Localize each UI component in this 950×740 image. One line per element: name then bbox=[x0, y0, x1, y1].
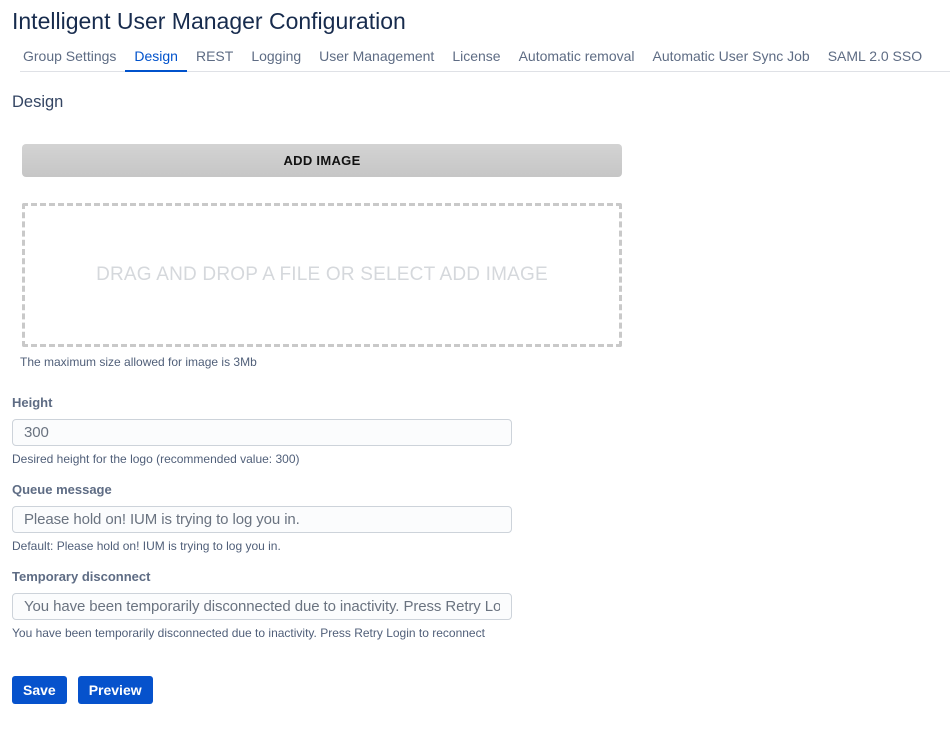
tab-automatic-removal[interactable]: Automatic removal bbox=[510, 42, 644, 71]
design-form: Height Desired height for the logo (reco… bbox=[12, 395, 512, 640]
max-size-note: The maximum size allowed for image is 3M… bbox=[20, 355, 622, 369]
save-button[interactable]: Save bbox=[12, 676, 67, 704]
temporary-disconnect-helper: You have been temporarily disconnected d… bbox=[12, 626, 512, 640]
page-title: Intelligent User Manager Configuration bbox=[12, 8, 950, 34]
preview-button[interactable]: Preview bbox=[78, 676, 153, 704]
temporary-disconnect-label: Temporary disconnect bbox=[12, 569, 512, 584]
tab-logging[interactable]: Logging bbox=[242, 42, 310, 71]
tab-license[interactable]: License bbox=[443, 42, 509, 71]
tab-design[interactable]: Design bbox=[125, 42, 187, 72]
temporary-disconnect-field-group: Temporary disconnect You have been tempo… bbox=[12, 569, 512, 640]
height-helper: Desired height for the logo (recommended… bbox=[12, 452, 512, 466]
queue-message-field-group: Queue message Default: Please hold on! I… bbox=[12, 482, 512, 553]
action-buttons: Save Preview bbox=[12, 676, 950, 704]
tab-group-settings[interactable]: Group Settings bbox=[20, 42, 125, 71]
section-heading: Design bbox=[12, 93, 950, 112]
tab-rest[interactable]: REST bbox=[187, 42, 242, 71]
tab-automatic-user-sync-job[interactable]: Automatic User Sync Job bbox=[644, 42, 819, 71]
tab-user-management[interactable]: User Management bbox=[310, 42, 443, 71]
image-dropzone[interactable]: DRAG AND DROP A FILE OR SELECT ADD IMAGE bbox=[22, 203, 622, 347]
height-field-group: Height Desired height for the logo (reco… bbox=[12, 395, 512, 466]
height-input[interactable] bbox=[12, 419, 512, 446]
add-image-button[interactable]: ADD IMAGE bbox=[22, 144, 622, 177]
dropzone-hint-text: DRAG AND DROP A FILE OR SELECT ADD IMAGE bbox=[96, 264, 548, 286]
height-label: Height bbox=[12, 395, 512, 410]
temporary-disconnect-input[interactable] bbox=[12, 593, 512, 620]
tab-bar: Group Settings Design REST Logging User … bbox=[20, 42, 950, 72]
tab-saml-sso[interactable]: SAML 2.0 SSO bbox=[819, 42, 931, 71]
queue-message-label: Queue message bbox=[12, 482, 512, 497]
logo-upload-section: ADD IMAGE DRAG AND DROP A FILE OR SELECT… bbox=[22, 144, 622, 369]
queue-message-input[interactable] bbox=[12, 506, 512, 533]
queue-message-helper: Default: Please hold on! IUM is trying t… bbox=[12, 539, 512, 553]
